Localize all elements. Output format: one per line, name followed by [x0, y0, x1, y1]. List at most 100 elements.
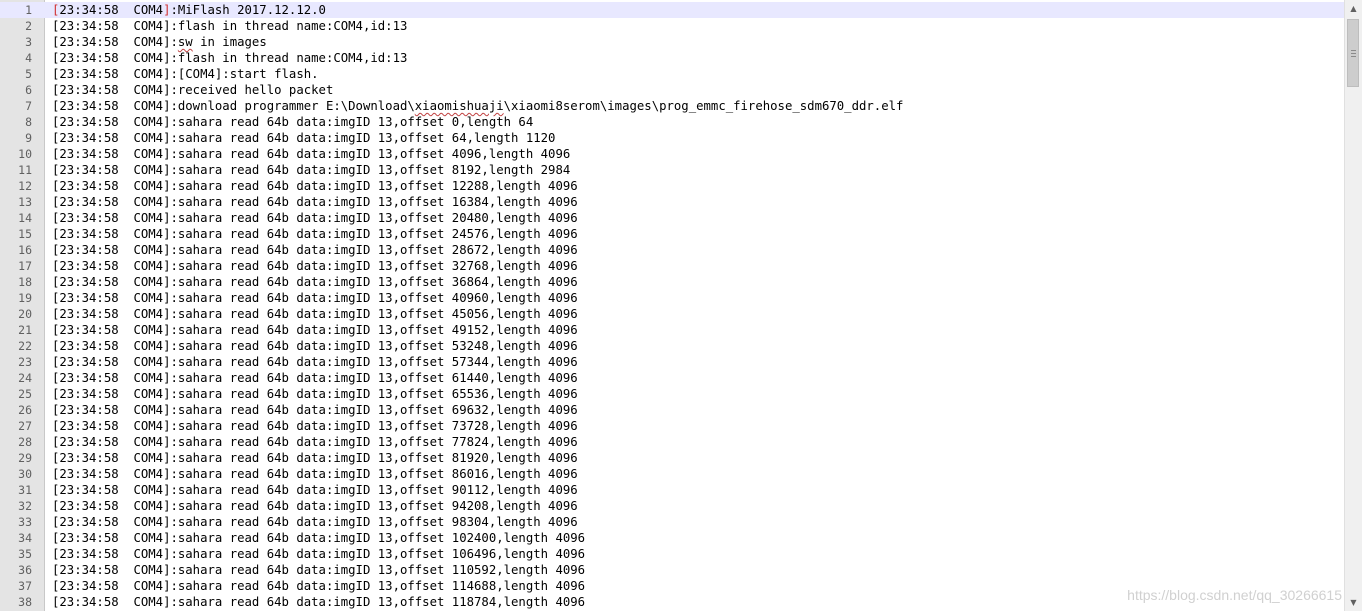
log-line[interactable]: 11 [23:34:58 COM4]:sahara read 64b data:i…: [0, 162, 1344, 178]
line-number: 7: [25, 99, 32, 113]
timestamp-port: 23:34:58 COM4: [59, 259, 164, 273]
line-number: 19: [18, 291, 32, 305]
scroll-down-arrow-icon[interactable]: ▼: [1345, 594, 1362, 611]
line-number: 31: [18, 483, 32, 497]
timestamp-port: 23:34:58 COM4: [59, 371, 164, 385]
message-text: :sahara read 64b data:imgID 13,offset 12…: [170, 179, 578, 193]
timestamp-port: 23:34:58 COM4: [59, 163, 164, 177]
log-line[interactable]: 8 [23:34:58 COM4]:sahara read 64b data:im…: [0, 114, 1344, 130]
line-number: 10: [18, 147, 32, 161]
log-line[interactable]: 2 [23:34:58 COM4]:flash in thread name:CO…: [0, 18, 1344, 34]
line-text: [23:34:58 COM4]:sahara read 64b data:img…: [52, 242, 578, 258]
timestamp-port: 23:34:58 COM4: [59, 115, 164, 129]
line-number: 38: [18, 595, 32, 609]
log-line[interactable]: 5 [23:34:58 COM4]:[COM4]:start flash.: [0, 66, 1344, 82]
line-number: 34: [18, 531, 32, 545]
scroll-up-arrow-icon[interactable]: ▲: [1345, 0, 1362, 17]
message-text: :sahara read 64b data:imgID 13,offset 81…: [170, 451, 578, 465]
line-number: 29: [18, 451, 32, 465]
line-number: 3: [25, 35, 32, 49]
log-line[interactable]: 3 [23:34:58 COM4]:sw in images: [0, 34, 1344, 50]
message-text: :sahara read 64b data:imgID 13,offset 20…: [170, 211, 578, 225]
line-text: [23:34:58 COM4]:download programmer E:\D…: [52, 98, 903, 114]
log-line[interactable]: 19 [23:34:58 COM4]:sahara read 64b data:i…: [0, 290, 1344, 306]
message-text: :sahara read 64b data:imgID 13,offset 11…: [170, 579, 586, 593]
log-line[interactable]: 25 [23:34:58 COM4]:sahara read 64b data:i…: [0, 386, 1344, 402]
line-text: [23:34:58 COM4]:sahara read 64b data:img…: [52, 546, 585, 562]
log-line[interactable]: 4 [23:34:58 COM4]:flash in thread name:CO…: [0, 50, 1344, 66]
log-line[interactable]: 12 [23:34:58 COM4]:sahara read 64b data:i…: [0, 178, 1344, 194]
log-line[interactable]: 14 [23:34:58 COM4]:sahara read 64b data:i…: [0, 210, 1344, 226]
log-line[interactable]: 17 [23:34:58 COM4]:sahara read 64b data:i…: [0, 258, 1344, 274]
log-line[interactable]: 29 [23:34:58 COM4]:sahara read 64b data:i…: [0, 450, 1344, 466]
timestamp-port: 23:34:58 COM4: [59, 179, 164, 193]
log-lines[interactable]: 1 [23:34:58 COM4]:MiFlash 2017.12.12.0 2 [2…: [0, 2, 1344, 610]
log-line[interactable]: 34 [23:34:58 COM4]:sahara read 64b data:i…: [0, 530, 1344, 546]
log-line[interactable]: 26 [23:34:58 COM4]:sahara read 64b data:i…: [0, 402, 1344, 418]
timestamp-port: 23:34:58 COM4: [59, 227, 164, 241]
line-number: 20: [18, 307, 32, 321]
message-text: :sahara read 64b data:imgID 13,offset 24…: [170, 227, 578, 241]
log-line[interactable]: 31 [23:34:58 COM4]:sahara read 64b data:i…: [0, 482, 1344, 498]
line-text: [23:34:58 COM4]:sahara read 64b data:img…: [52, 338, 578, 354]
log-line[interactable]: 21 [23:34:58 COM4]:sahara read 64b data:i…: [0, 322, 1344, 338]
timestamp-port: 23:34:58 COM4: [59, 307, 164, 321]
log-line[interactable]: 36 [23:34:58 COM4]:sahara read 64b data:i…: [0, 562, 1344, 578]
scroll-thumb[interactable]: [1347, 19, 1359, 87]
line-number: 5: [25, 67, 32, 81]
line-text: [23:34:58 COM4]:sahara read 64b data:img…: [52, 482, 578, 498]
vertical-scrollbar[interactable]: ▲ ▼: [1344, 0, 1362, 611]
log-line[interactable]: 24 [23:34:58 COM4]:sahara read 64b data:i…: [0, 370, 1344, 386]
log-line[interactable]: 13 [23:34:58 COM4]:sahara read 64b data:i…: [0, 194, 1344, 210]
line-text: [23:34:58 COM4]:sahara read 64b data:img…: [52, 322, 578, 338]
log-line[interactable]: 6 [23:34:58 COM4]:received hello packet: [0, 82, 1344, 98]
line-text: [23:34:58 COM4]:sahara read 64b data:img…: [52, 306, 578, 322]
line-text: [23:34:58 COM4]:sahara read 64b data:img…: [52, 210, 578, 226]
line-text: [23:34:58 COM4]:sahara read 64b data:img…: [52, 498, 578, 514]
message-text: :sahara read 64b data:imgID 13,offset 65…: [170, 387, 578, 401]
thumb-grip-icon: [1351, 56, 1356, 57]
message-text: :sahara read 64b data:imgID 13,offset 57…: [170, 355, 578, 369]
log-line[interactable]: 20 [23:34:58 COM4]:sahara read 64b data:i…: [0, 306, 1344, 322]
timestamp-port: 23:34:58 COM4: [59, 419, 164, 433]
log-line[interactable]: 23 [23:34:58 COM4]:sahara read 64b data:i…: [0, 354, 1344, 370]
message-text: :sahara read 64b data:imgID 13,offset 45…: [170, 307, 578, 321]
line-number: 22: [18, 339, 32, 353]
line-text: [23:34:58 COM4]:sahara read 64b data:img…: [52, 578, 585, 594]
spellcheck-word: xiaomishuaji: [414, 99, 504, 113]
timestamp-port: 23:34:58 COM4: [59, 515, 164, 529]
log-line[interactable]: 10 [23:34:58 COM4]:sahara read 64b data:i…: [0, 146, 1344, 162]
log-line[interactable]: 33 [23:34:58 COM4]:sahara read 64b data:i…: [0, 514, 1344, 530]
line-number: 13: [18, 195, 32, 209]
log-line[interactable]: 30 [23:34:58 COM4]:sahara read 64b data:i…: [0, 466, 1344, 482]
line-number: 21: [18, 323, 32, 337]
line-text: [23:34:58 COM4]:[COM4]:start flash.: [52, 66, 319, 82]
message-text: :sahara read 64b data:imgID 13,offset 40…: [170, 147, 571, 161]
log-line[interactable]: 9 [23:34:58 COM4]:sahara read 64b data:im…: [0, 130, 1344, 146]
log-line[interactable]: 7 [23:34:58 COM4]:download programmer E:\…: [0, 98, 1344, 114]
line-text: [23:34:58 COM4]:sahara read 64b data:img…: [52, 530, 585, 546]
line-number: 30: [18, 467, 32, 481]
line-number: 11: [18, 163, 32, 177]
watermark: https://blog.csdn.net/qq_30266615: [1127, 587, 1342, 603]
message-text: :flash in thread name:COM4,id:13: [170, 51, 408, 65]
message-text-tail: \xiaomi8serom\images\prog_emmc_firehose_…: [503, 99, 904, 113]
log-line[interactable]: 35 [23:34:58 COM4]:sahara read 64b data:i…: [0, 546, 1344, 562]
log-line[interactable]: 15 [23:34:58 COM4]:sahara read 64b data:i…: [0, 226, 1344, 242]
message-text: :sahara read 64b data:imgID 13,offset 73…: [170, 419, 578, 433]
line-text: [23:34:58 COM4]:sahara read 64b data:img…: [52, 162, 570, 178]
log-line[interactable]: 32 [23:34:58 COM4]:sahara read 64b data:i…: [0, 498, 1344, 514]
log-line[interactable]: 18 [23:34:58 COM4]:sahara read 64b data:i…: [0, 274, 1344, 290]
line-text: [23:34:58 COM4]:sahara read 64b data:img…: [52, 594, 585, 610]
log-line[interactable]: 28 [23:34:58 COM4]:sahara read 64b data:i…: [0, 434, 1344, 450]
message-text: :sahara read 64b data:imgID 13,offset 69…: [170, 403, 578, 417]
line-number: 23: [18, 355, 32, 369]
line-text: [23:34:58 COM4]:flash in thread name:COM…: [52, 50, 407, 66]
text-editor[interactable]: 1 [23:34:58 COM4]:MiFlash 2017.12.12.0 2 [2…: [0, 0, 1362, 611]
log-line[interactable]: 27 [23:34:58 COM4]:sahara read 64b data:i…: [0, 418, 1344, 434]
log-line[interactable]: 16 [23:34:58 COM4]:sahara read 64b data:i…: [0, 242, 1344, 258]
line-number: 35: [18, 547, 32, 561]
log-line[interactable]: 22 [23:34:58 COM4]:sahara read 64b data:i…: [0, 338, 1344, 354]
message-text: :sahara read 64b data:imgID 13,offset 0,…: [170, 115, 534, 129]
current-line[interactable]: 1 [23:34:58 COM4]:MiFlash 2017.12.12.0: [0, 2, 1344, 18]
